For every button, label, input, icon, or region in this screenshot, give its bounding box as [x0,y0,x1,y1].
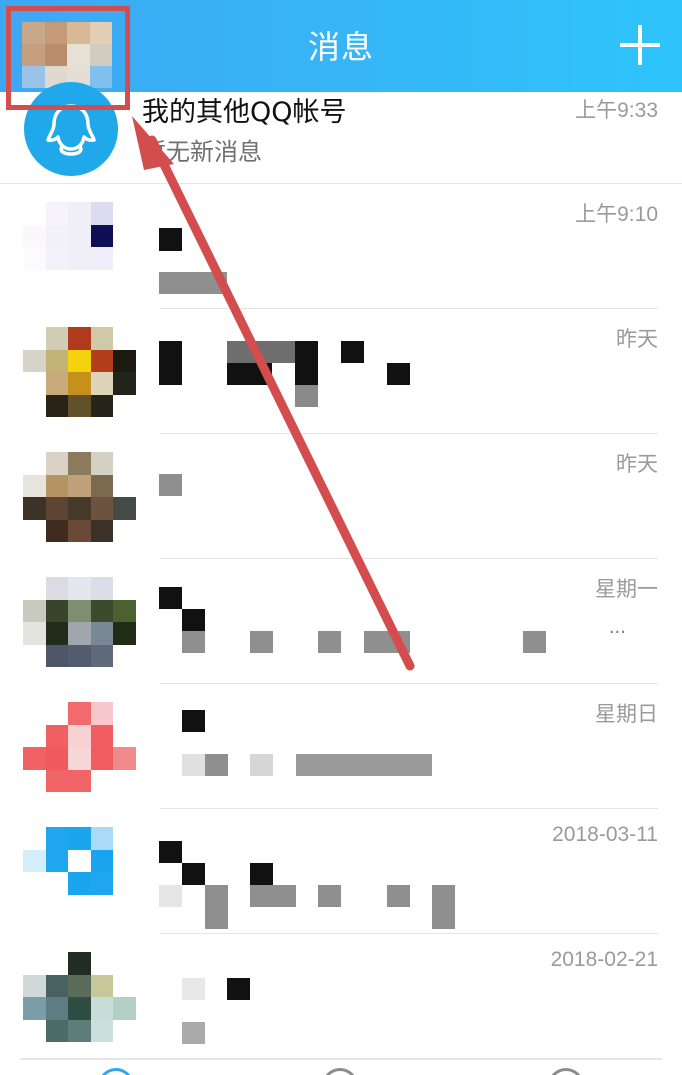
annotation-arrow [132,116,415,671]
